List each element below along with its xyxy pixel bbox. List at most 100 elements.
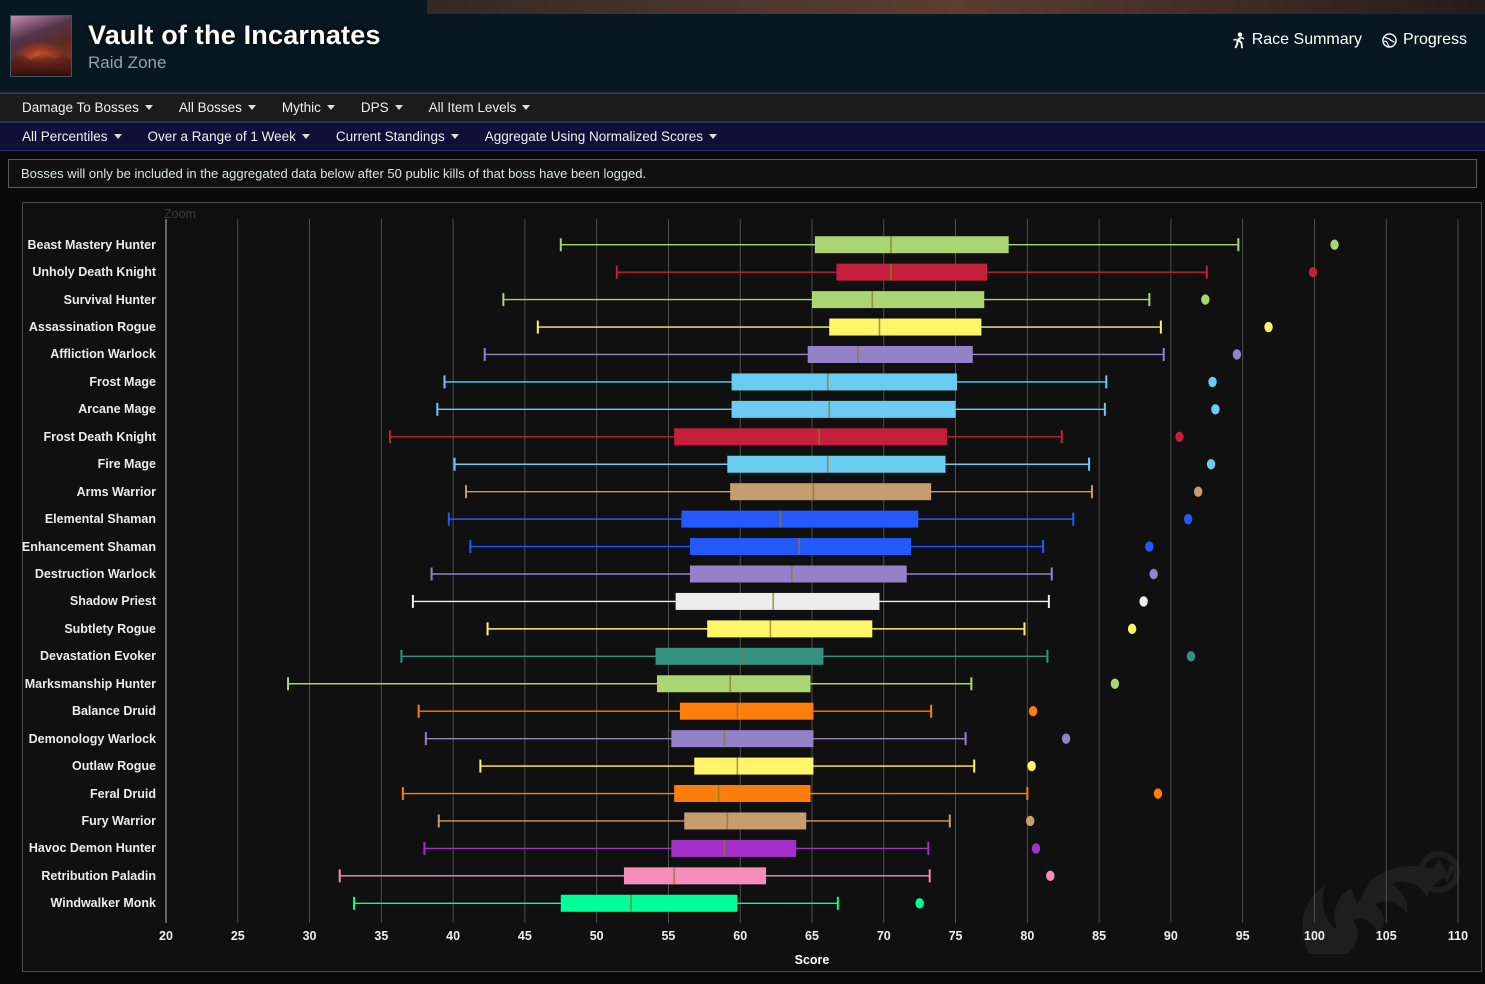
filter-secondary-label: All Percentiles xyxy=(22,129,108,144)
boxplot-row[interactable] xyxy=(436,400,1220,418)
box-iqr xyxy=(812,291,985,309)
boxplot-row-label[interactable]: Frost Mage xyxy=(0,375,156,389)
boxplot-row-label[interactable]: Unholy Death Knight xyxy=(0,265,156,279)
boxplot-row[interactable] xyxy=(411,592,1148,610)
x-axis-tick: 60 xyxy=(733,929,748,943)
box-iqr xyxy=(694,757,814,775)
x-axis-tick: 20 xyxy=(159,929,173,943)
filter-secondary-label: Over a Range of 1 Week xyxy=(147,129,296,144)
boxplot-row-label[interactable]: Balance Druid xyxy=(0,704,156,718)
boxplot-row[interactable] xyxy=(353,894,924,912)
boxplot-svg xyxy=(165,219,1459,923)
boxplot-row[interactable] xyxy=(338,867,1055,885)
x-axis-title: Score xyxy=(794,953,830,967)
boxplot-row-label[interactable]: Havoc Demon Hunter xyxy=(0,841,156,855)
boxplot-row-label[interactable]: Beast Mastery Hunter xyxy=(0,238,156,252)
filter-bar-primary: Damage To Bosses All Bosses Mythic DPS All I… xyxy=(0,93,1485,122)
boxplot-row-label[interactable]: Fire Mage xyxy=(0,457,156,471)
chevron-down-icon xyxy=(709,134,718,139)
page-title: Vault of the Incarnates xyxy=(88,19,381,50)
filter-secondary-3[interactable]: Aggregate Using Normalized Scores xyxy=(484,129,718,144)
boxplot-row[interactable] xyxy=(447,510,1193,528)
x-axis-tick: 75 xyxy=(948,929,963,943)
boxplot-row-label[interactable]: Subtlety Rogue xyxy=(0,622,156,636)
boxplot-row-label[interactable]: Windwalker Monk xyxy=(0,896,156,910)
boxplot-row[interactable] xyxy=(536,318,1273,336)
outlier-point xyxy=(1026,815,1035,827)
boxplot-row-label[interactable]: Outlaw Rogue xyxy=(0,759,156,773)
filter-primary-3[interactable]: DPS xyxy=(361,100,403,115)
boxplot-row[interactable] xyxy=(417,702,1038,720)
filter-secondary-label: Aggregate Using Normalized Scores xyxy=(484,129,704,144)
filter-primary-2[interactable]: Mythic xyxy=(282,100,335,115)
outlier-point xyxy=(1206,459,1216,470)
box-iqr xyxy=(655,647,824,665)
outlier-point xyxy=(1145,541,1154,552)
x-axis-tick: 25 xyxy=(230,929,245,943)
boxplot-row[interactable] xyxy=(479,757,1036,775)
boxplot-row[interactable] xyxy=(443,373,1217,391)
x-axis-tick: 45 xyxy=(517,929,532,943)
boxplot-row[interactable] xyxy=(401,785,1163,803)
outlier-point xyxy=(1027,760,1036,772)
x-axis-tick: 95 xyxy=(1235,929,1250,943)
boxplot-row-label[interactable]: Enhancement Shaman xyxy=(0,540,156,554)
boxplot-row-label[interactable]: Destruction Warlock xyxy=(0,567,156,581)
filter-secondary-1[interactable]: Over a Range of 1 Week xyxy=(148,129,310,144)
chevron-down-icon xyxy=(394,105,403,110)
boxplot-row[interactable] xyxy=(287,675,1120,693)
box-iqr xyxy=(675,592,880,610)
chevron-down-icon xyxy=(522,105,531,110)
boxplot-row[interactable] xyxy=(486,620,1137,638)
boxplot-row[interactable] xyxy=(423,839,1041,857)
boxplot-row-label[interactable]: Marksmanship Hunter xyxy=(0,677,156,691)
filter-primary-1[interactable]: All Bosses xyxy=(179,100,256,115)
box-iqr xyxy=(727,455,946,473)
filter-bar-secondary: All Percentiles Over a Range of 1 Week Cur… xyxy=(0,122,1485,151)
race-summary-link[interactable]: Race Summary xyxy=(1232,31,1362,49)
boxplot-row-label[interactable]: Assassination Rogue xyxy=(0,320,156,334)
boxplot-row-label[interactable]: Feral Druid xyxy=(0,787,156,801)
box-iqr xyxy=(674,428,947,446)
notice-banner: Bosses will only be included in the aggr… xyxy=(8,159,1477,188)
boxplot-row[interactable] xyxy=(483,345,1242,363)
boxplot-row[interactable] xyxy=(430,565,1158,583)
progress-link[interactable]: Progress xyxy=(1382,31,1467,49)
boxplot-row[interactable] xyxy=(424,730,1071,748)
outlier-point xyxy=(1264,321,1273,333)
outlier-point xyxy=(1232,349,1242,360)
filter-primary-0[interactable]: Damage To Bosses xyxy=(22,100,153,115)
boxplot-row[interactable] xyxy=(615,263,1318,281)
boxplot-row[interactable] xyxy=(400,647,1196,665)
outlier-point xyxy=(1183,513,1193,525)
boxplot-row-label[interactable]: Fury Warrior xyxy=(0,814,156,828)
boxplot-row-label[interactable]: Shadow Priest xyxy=(0,594,156,608)
boxplot-row-label[interactable]: Frost Death Knight xyxy=(0,430,157,444)
filter-primary-label: All Bosses xyxy=(178,100,242,115)
boxplot-row[interactable] xyxy=(469,538,1154,556)
outlier-point xyxy=(1149,568,1158,580)
boxplot-row[interactable] xyxy=(559,236,1339,254)
boxplot-row[interactable] xyxy=(502,291,1210,309)
boxplot-row[interactable] xyxy=(465,483,1203,501)
boxplot-row[interactable] xyxy=(437,812,1035,830)
boxplot-row-label[interactable]: Affliction Warlock xyxy=(0,347,156,361)
boxplot-canvas: Beast Mastery Hunter Unholy Death Knight S… xyxy=(22,203,1481,971)
boxplot-row[interactable] xyxy=(453,455,1216,473)
filter-secondary-2[interactable]: Current Standings xyxy=(336,129,459,144)
filter-secondary-0[interactable]: All Percentiles xyxy=(22,129,122,144)
boxplot-row-label[interactable]: Demonology Warlock xyxy=(0,732,156,746)
filter-primary-4[interactable]: All Item Levels xyxy=(429,100,531,115)
chevron-down-icon xyxy=(450,134,459,139)
boxplot-row-label[interactable]: Arms Warrior xyxy=(0,485,156,499)
boxplot-row-label[interactable]: Arcane Mage xyxy=(0,402,156,416)
header-links: Race Summary Progress xyxy=(1232,31,1467,49)
header-banner-art xyxy=(427,0,1485,14)
boxplot-row-label[interactable]: Retribution Paladin xyxy=(0,869,156,883)
boxplot-row[interactable] xyxy=(388,428,1184,446)
boxplot-row-label[interactable]: Elemental Shaman xyxy=(0,512,156,526)
boxplot-row-label[interactable]: Devastation Evoker xyxy=(0,649,156,663)
boxplot-row-label[interactable]: Survival Hunter xyxy=(0,293,156,307)
x-axis-tick: 100 xyxy=(1304,929,1325,943)
box-iqr xyxy=(689,538,912,556)
